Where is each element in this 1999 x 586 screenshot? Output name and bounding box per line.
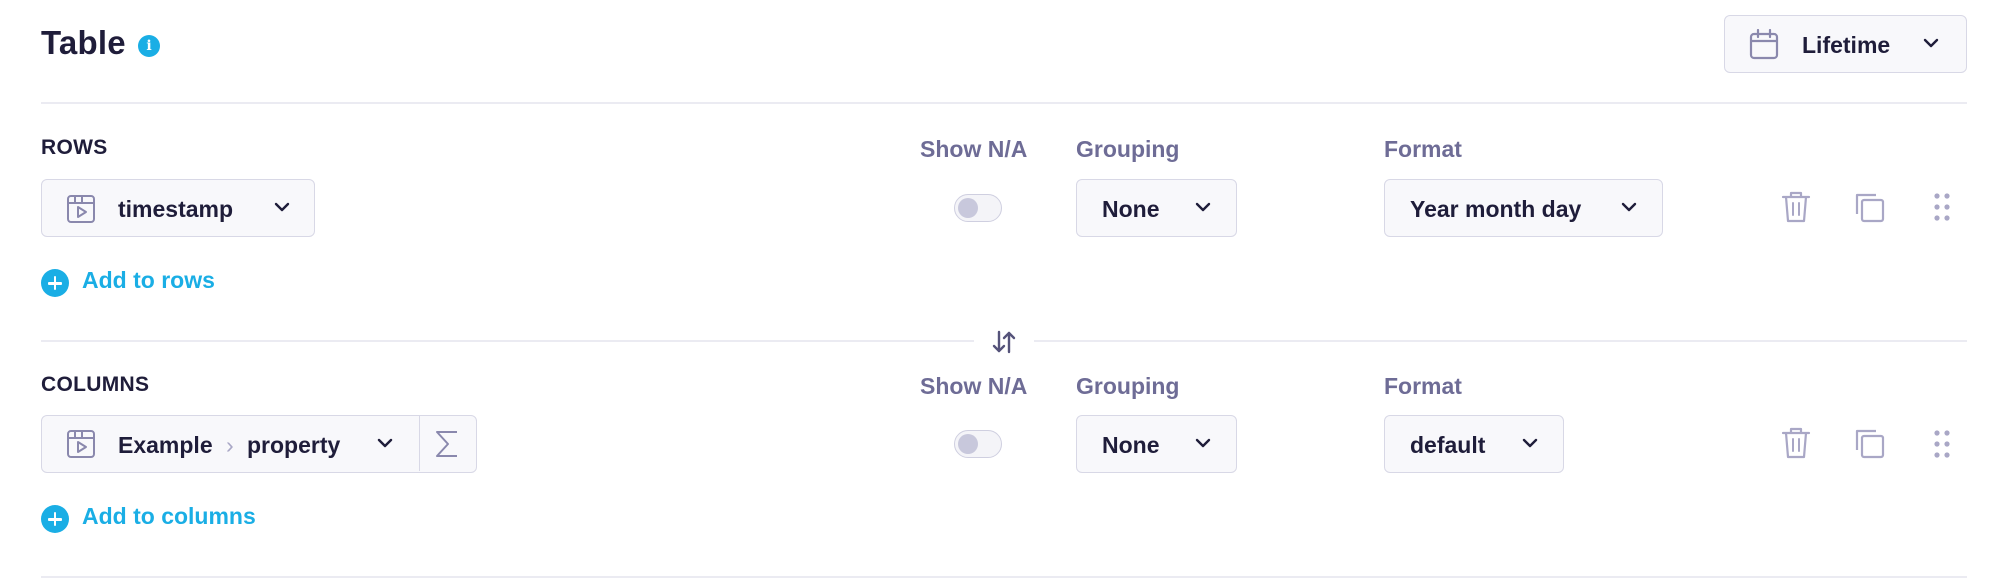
sigma-icon (436, 431, 457, 457)
breadcrumb-separator: › (226, 432, 234, 458)
dimension-icon (67, 195, 95, 223)
columns-format-select[interactable]: default (1384, 415, 1564, 473)
plus-circle-icon (41, 269, 69, 297)
chevron-down-icon (1621, 202, 1637, 212)
show-na-header: Show N/A (920, 373, 1028, 399)
columns-grouping-value: None (1102, 432, 1160, 458)
divider (41, 576, 1967, 578)
rows-format-value: Year month day (1410, 196, 1582, 222)
row-field-select[interactable]: timestamp (41, 179, 315, 237)
rows-grouping-select[interactable]: None (1076, 179, 1237, 237)
aggregate-button[interactable] (419, 416, 475, 471)
column-field-parent: Example (118, 432, 213, 458)
plus-circle-icon (41, 505, 69, 533)
grouping-header: Grouping (1076, 136, 1180, 162)
rows-format-select[interactable]: Year month day (1384, 179, 1663, 237)
swap-rows-columns-button[interactable] (974, 325, 1034, 359)
chevron-down-icon (1195, 438, 1211, 448)
row-field-name: timestamp (118, 196, 234, 222)
show-na-header: Show N/A (920, 136, 1028, 162)
column-field-name: property (247, 432, 341, 458)
chevron-down-icon (1923, 38, 1939, 48)
date-range-label: Lifetime (1802, 32, 1891, 58)
calendar-icon (1749, 29, 1779, 60)
duplicate-icon[interactable] (1854, 192, 1886, 224)
chevron-down-icon (1522, 438, 1538, 448)
columns-grouping-select[interactable]: None (1076, 415, 1237, 473)
chevron-down-icon (377, 438, 393, 448)
trash-icon[interactable] (1781, 426, 1811, 460)
format-header: Format (1384, 136, 1462, 162)
columns-section-label: COLUMNS (41, 373, 150, 396)
chevron-down-icon (1195, 202, 1211, 212)
chevron-down-icon (274, 202, 290, 212)
table-settings-panel: Table i Lifetime ROWS Show N/A Grouping … (0, 0, 1999, 586)
rows-section-label: ROWS (41, 136, 108, 159)
columns-show-na-toggle[interactable] (954, 430, 1002, 458)
swap-vertical-icon (992, 330, 1016, 354)
rows-show-na-toggle[interactable] (954, 194, 1002, 222)
dimension-icon (67, 430, 95, 458)
info-icon[interactable]: i (138, 35, 160, 57)
grouping-header: Grouping (1076, 373, 1180, 399)
drag-handle-icon[interactable] (1934, 430, 1950, 458)
format-header: Format (1384, 373, 1462, 399)
rows-grouping-value: None (1102, 196, 1160, 222)
date-range-dropdown[interactable]: Lifetime (1724, 15, 1967, 73)
toggle-knob (958, 198, 978, 218)
duplicate-icon[interactable] (1854, 428, 1886, 460)
divider (41, 102, 1967, 104)
toggle-knob (958, 434, 978, 454)
drag-handle-icon[interactable] (1934, 193, 1950, 221)
add-to-rows-label: Add to rows (82, 267, 215, 293)
column-field-select[interactable]: Example › property (41, 415, 477, 473)
trash-icon[interactable] (1781, 190, 1811, 224)
columns-format-value: default (1410, 432, 1486, 458)
page-title: Table (41, 24, 126, 61)
add-to-columns-label: Add to columns (82, 503, 256, 529)
